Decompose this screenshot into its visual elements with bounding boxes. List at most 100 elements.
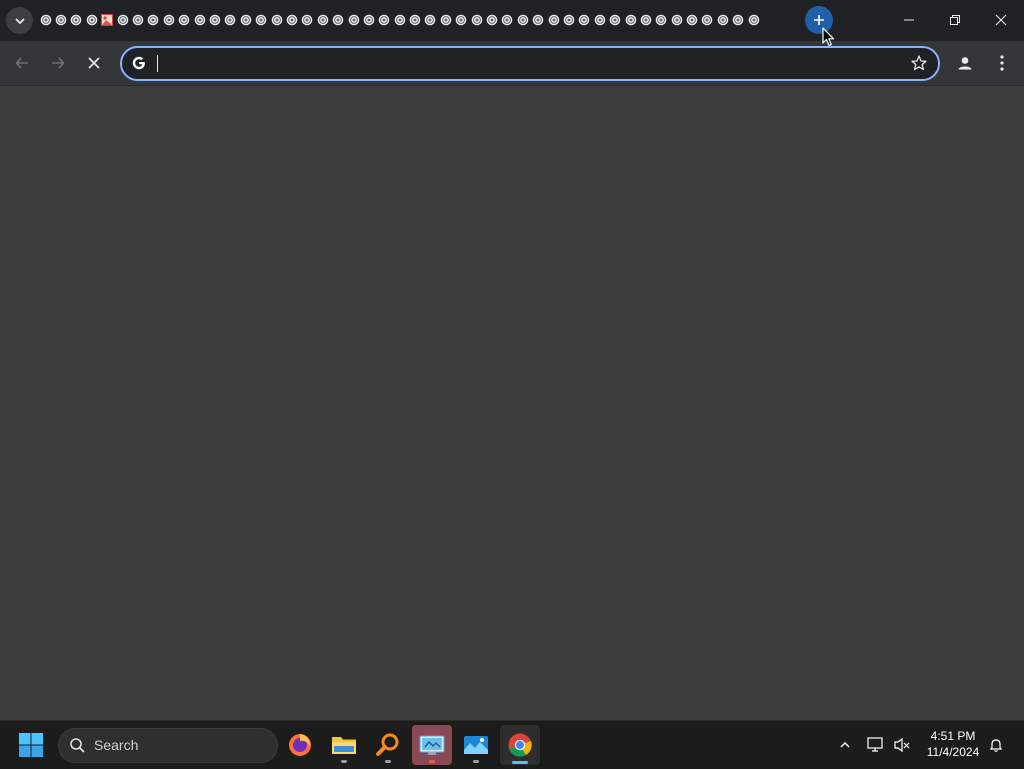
show-hidden-icons-button[interactable] <box>833 731 857 759</box>
browser-tab[interactable] <box>253 13 268 27</box>
globe-favicon-icon <box>363 14 375 26</box>
taskbar-app-firefox[interactable] <box>280 725 320 765</box>
browser-tab[interactable] <box>177 13 192 27</box>
browser-tab[interactable] <box>654 13 669 27</box>
globe-favicon-icon <box>717 14 729 26</box>
windows-start-icon[interactable] <box>18 732 44 758</box>
globe-favicon-icon <box>609 14 621 26</box>
browser-tab[interactable] <box>192 13 207 27</box>
browser-tab[interactable] <box>469 13 484 27</box>
globe-favicon-icon <box>55 14 67 26</box>
taskbar-app-control-panel[interactable] <box>412 725 452 765</box>
globe-favicon-icon <box>671 14 683 26</box>
plus-icon <box>814 15 824 25</box>
browser-tab[interactable] <box>53 13 68 27</box>
firefox-icon <box>289 734 311 756</box>
browser-tab[interactable] <box>146 13 161 27</box>
browser-tab[interactable] <box>100 13 115 27</box>
close-window-button[interactable] <box>978 0 1024 40</box>
browser-tab[interactable] <box>361 13 376 27</box>
browser-tab[interactable] <box>346 13 361 27</box>
restore-button[interactable] <box>932 0 978 40</box>
browser-tab[interactable] <box>269 13 284 27</box>
globe-favicon-icon <box>225 14 236 26</box>
browser-tab[interactable] <box>515 13 530 27</box>
google-logo-icon <box>132 56 145 70</box>
taskbar-search-box[interactable]: Search <box>58 728 278 763</box>
browser-menu-button[interactable] <box>988 49 1016 77</box>
browser-tab[interactable] <box>115 13 130 27</box>
browser-tab[interactable] <box>577 13 592 27</box>
browser-tab[interactable] <box>438 13 453 27</box>
tab-search-button[interactable] <box>6 7 33 34</box>
browser-tab[interactable] <box>731 13 746 27</box>
browser-tab[interactable] <box>284 13 299 27</box>
address-input[interactable] <box>156 53 890 75</box>
browser-tab[interactable] <box>38 13 53 27</box>
forward-button[interactable] <box>44 49 72 77</box>
browser-tab[interactable] <box>669 13 684 27</box>
browser-tab[interactable] <box>638 13 653 27</box>
taskbar-app-chrome[interactable] <box>500 725 540 765</box>
browser-tab[interactable] <box>130 13 145 27</box>
browser-tab[interactable] <box>423 13 438 27</box>
arrow-left-icon <box>15 57 28 69</box>
browser-tab[interactable] <box>546 13 561 27</box>
volume-button[interactable] <box>890 731 914 759</box>
browser-tab[interactable] <box>531 13 546 27</box>
tab-strip[interactable] <box>38 11 761 29</box>
address-bar[interactable] <box>120 46 940 81</box>
minimize-icon <box>904 19 914 21</box>
running-indicator <box>473 760 479 763</box>
browser-tab[interactable] <box>561 13 576 27</box>
globe-favicon-icon <box>255 14 267 26</box>
globe-favicon-icon <box>317 14 329 26</box>
stop-loading-button[interactable] <box>80 49 108 77</box>
taskbar-app-file-explorer[interactable] <box>324 725 364 765</box>
browser-tab[interactable] <box>700 13 715 27</box>
browser-tab[interactable] <box>592 13 607 27</box>
globe-favicon-icon <box>409 14 421 26</box>
browser-tab[interactable] <box>315 13 330 27</box>
browser-tab[interactable] <box>84 13 99 27</box>
magnifier-app-icon <box>376 733 399 756</box>
globe-favicon-icon <box>455 14 467 26</box>
globe-favicon-icon <box>548 14 559 26</box>
globe-favicon-icon <box>425 14 436 26</box>
browser-tab[interactable] <box>607 13 622 27</box>
profile-button[interactable] <box>951 49 979 77</box>
browser-tab[interactable] <box>407 13 422 27</box>
globe-favicon-icon <box>732 14 744 26</box>
browser-tab[interactable] <box>300 13 315 27</box>
back-button[interactable] <box>8 49 36 77</box>
search-label: Search <box>94 737 139 753</box>
minimize-button[interactable] <box>886 0 932 40</box>
browser-tab[interactable] <box>392 13 407 27</box>
browser-tab[interactable] <box>484 13 499 27</box>
browser-tab[interactable] <box>238 13 253 27</box>
taskbar-app-photos[interactable] <box>456 725 496 765</box>
taskbar: Search 4:51 PM 11/4/2024 <box>0 720 1024 769</box>
network-status-button[interactable] <box>864 731 888 759</box>
browser-tab[interactable] <box>454 13 469 27</box>
browser-tab[interactable] <box>69 13 84 27</box>
browser-tab[interactable] <box>684 13 699 27</box>
browser-tab[interactable] <box>161 13 176 27</box>
bookmark-star-icon[interactable] <box>910 54 928 72</box>
browser-tab[interactable] <box>715 13 730 27</box>
browser-tab[interactable] <box>330 13 345 27</box>
page-content <box>0 86 1024 720</box>
active-app-indicator <box>512 761 528 764</box>
taskbar-app-search-tool[interactable] <box>368 725 408 765</box>
browser-tab[interactable] <box>377 13 392 27</box>
browser-toolbar <box>0 41 1024 86</box>
browser-tab[interactable] <box>500 13 515 27</box>
browser-tab[interactable] <box>223 13 238 27</box>
system-clock[interactable]: 4:51 PM 11/4/2024 <box>916 728 990 760</box>
browser-tab[interactable] <box>746 13 761 27</box>
browser-tab[interactable] <box>623 13 638 27</box>
clock-time: 4:51 PM <box>930 729 976 743</box>
notifications-button[interactable] <box>984 731 1008 759</box>
globe-favicon-icon <box>209 14 221 26</box>
browser-tab[interactable] <box>207 13 222 27</box>
